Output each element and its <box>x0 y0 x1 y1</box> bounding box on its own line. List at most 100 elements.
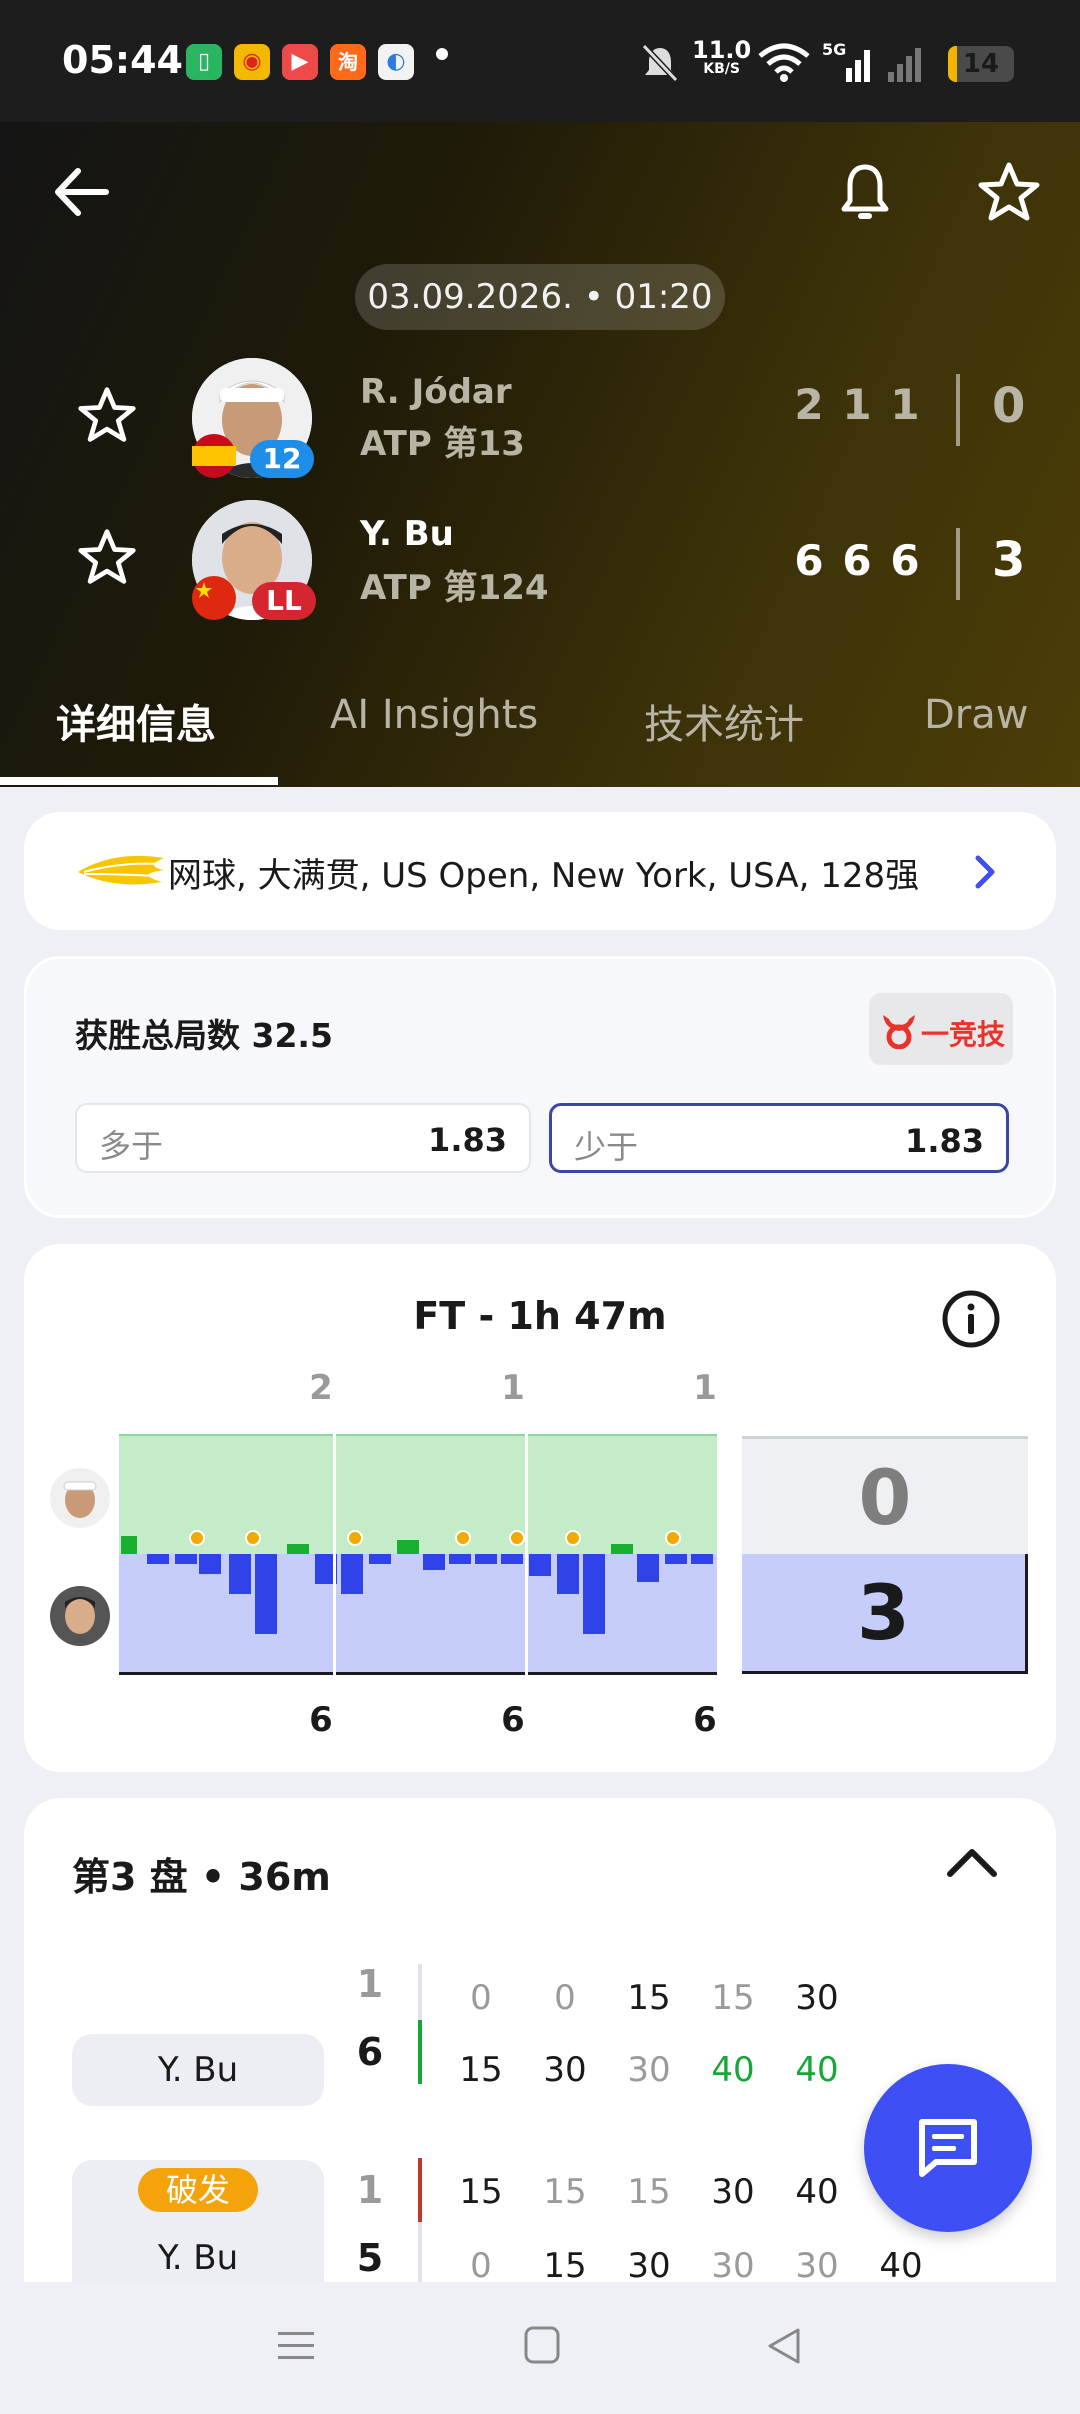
taobao-icon: ▯ <box>186 44 222 80</box>
momentum-bar <box>199 1554 221 1574</box>
set1-divider <box>333 1414 336 1676</box>
point: 15 <box>543 2246 587 2282</box>
point: 0 <box>470 1978 492 2018</box>
row1-divider-bottom <box>418 2020 422 2084</box>
momentum-bar <box>121 1536 137 1554</box>
player1-name[interactable]: R. Jódar <box>360 372 512 412</box>
momentum-bar <box>501 1554 523 1564</box>
tab-draw[interactable]: Draw <box>924 692 1028 738</box>
point: 40 <box>879 2246 923 2282</box>
momentum-card: FT - 1h 47m 2 1 1 6 6 6 0 3 <box>24 1244 1056 1772</box>
tab-ai-insights[interactable]: AI Insights <box>330 692 538 738</box>
serve-ball-icon <box>565 1530 581 1546</box>
browser-icon: ◐ <box>378 44 414 80</box>
point: 40 <box>795 2172 839 2212</box>
spain-flag-icon <box>192 434 236 478</box>
momentum-bar <box>529 1554 551 1576</box>
active-tab-indicator <box>0 777 278 785</box>
bell-icon[interactable] <box>830 157 900 227</box>
momentum-bar <box>341 1554 363 1594</box>
player1-rank: ATP 第13 <box>360 424 525 464</box>
back-triangle-icon[interactable] <box>764 2324 804 2368</box>
video-icon: ▶ <box>282 44 318 80</box>
point: 15 <box>543 2172 587 2212</box>
momentum-bar <box>287 1544 309 1554</box>
player1-set-scores: 211 <box>785 380 929 429</box>
point: 0 <box>554 1978 576 2018</box>
row2-player-name: Y. Bu <box>157 2238 239 2278</box>
home-icon[interactable] <box>522 2324 562 2368</box>
momentum-bar <box>255 1554 277 1634</box>
chat-button[interactable] <box>864 2064 1032 2232</box>
set1-top-total: 2 <box>309 1368 333 1408</box>
odds-under-button[interactable]: 少于 1.83 <box>549 1103 1009 1173</box>
momentum-bar <box>583 1554 605 1634</box>
point: 30 <box>711 2172 755 2212</box>
set3-top-total: 1 <box>693 1368 717 1408</box>
point: 30 <box>543 2050 587 2090</box>
battery-icon: 14 <box>948 46 1014 82</box>
tab-statistics[interactable]: 技术统计 <box>644 692 804 750</box>
point: 15 <box>627 2172 671 2212</box>
player1-set1: 2 <box>794 380 824 429</box>
point: 30 <box>627 2050 671 2090</box>
row2-divider-top <box>418 2158 422 2222</box>
tournament-card[interactable]: 网球, 大满贯, US Open, New York, USA, 128强 <box>24 812 1056 930</box>
momentum-bar <box>475 1554 497 1564</box>
player2-name[interactable]: Y. Bu <box>360 514 454 554</box>
chat-icon <box>919 2119 977 2177</box>
momentum-bar <box>229 1554 251 1594</box>
momentum-title: FT - 1h 47m <box>413 1294 667 1338</box>
sponsor-logo[interactable]: 一竞技 <box>869 993 1013 1065</box>
momentum-bar <box>557 1554 579 1594</box>
odds-over-button[interactable]: 多于 1.83 <box>75 1103 531 1173</box>
serve-ball-icon <box>455 1530 471 1546</box>
set-detail-title: 第3 盘 • 36m <box>72 1855 331 1899</box>
odds-under-value: 1.83 <box>905 1122 984 1160</box>
momentum-bar <box>449 1554 471 1564</box>
taobao-shop-icon: 淘 <box>330 44 366 80</box>
point: 0 <box>470 2246 492 2282</box>
tab-details[interactable]: 详细信息 <box>56 692 216 750</box>
momentum-bar <box>397 1540 419 1554</box>
momentum-bar <box>369 1554 391 1564</box>
chevron-up-icon[interactable] <box>942 1842 1002 1882</box>
serve-ball-icon <box>245 1530 261 1546</box>
player2-total: 3 <box>992 532 1026 588</box>
row2-bottom-game: 5 <box>356 2236 384 2280</box>
player2-favorite-star-icon[interactable] <box>74 526 140 588</box>
set2-bottom-total: 6 <box>501 1700 525 1740</box>
player2-seed-badge: LL <box>252 582 316 620</box>
odds-under-label: 少于 <box>574 1128 639 1166</box>
score-divider <box>956 528 960 600</box>
info-icon[interactable] <box>940 1288 1002 1350</box>
momentum-bar <box>611 1544 633 1554</box>
player2-set2: 6 <box>842 536 872 585</box>
point: 30 <box>711 2246 755 2282</box>
bull-logo-icon <box>883 1015 915 1049</box>
match-date: 03.09.2026. • 01:20 <box>355 264 725 330</box>
menu-icon[interactable] <box>276 2326 316 2366</box>
chevron-right-icon[interactable] <box>970 852 1000 892</box>
row1-top-game: 1 <box>356 1962 384 2006</box>
match-header: 03.09.2026. • 01:20 12 R. Jódar ATP 第13 … <box>0 122 1080 787</box>
signal-icon-1 <box>846 50 870 82</box>
player1-total: 0 <box>992 378 1026 434</box>
row1-divider-top <box>418 1964 422 2020</box>
player1-zone <box>119 1434 719 1554</box>
point: 15 <box>459 2172 503 2212</box>
battery-level: 14 <box>962 49 1000 79</box>
final-score-bottom: 3 <box>742 1554 1028 1674</box>
system-nav-bar <box>0 2282 1080 2414</box>
point: 15 <box>627 1978 671 2018</box>
tournament-info: 网球, 大满贯, US Open, New York, USA, 128强 <box>168 856 920 896</box>
chart-player1-avatar <box>50 1468 110 1528</box>
odds-title: 获胜总局数 32.5 <box>75 1016 333 1055</box>
favorite-star-icon[interactable] <box>974 157 1044 227</box>
serve-ball-icon <box>509 1530 525 1546</box>
row1-bottom-game: 6 <box>356 2030 384 2074</box>
player1-favorite-star-icon[interactable] <box>74 384 140 446</box>
back-arrow-icon[interactable] <box>48 157 118 227</box>
set3-divider <box>717 1414 720 1676</box>
point: 30 <box>795 2246 839 2282</box>
